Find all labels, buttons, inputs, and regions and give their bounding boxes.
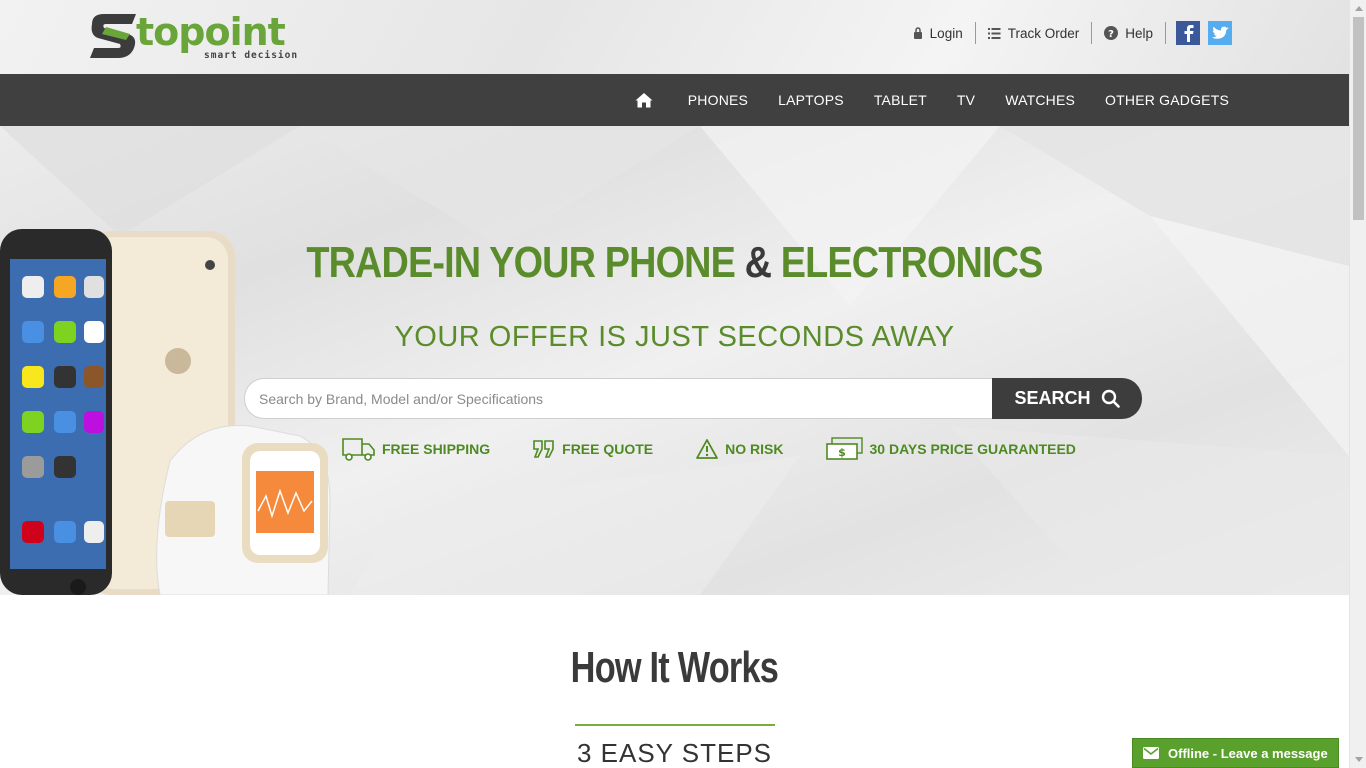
hero-title-amp: & <box>744 238 772 287</box>
feature-no-risk: NO RISK <box>695 438 784 460</box>
login-label: Login <box>929 25 963 41</box>
feature-free-shipping: FREE SHIPPING <box>342 436 490 462</box>
page-scrollbar[interactable] <box>1349 0 1366 768</box>
hero-banner: TRADE-IN YOUR PHONE & ELECTRONICS YOUR O… <box>0 126 1349 595</box>
help-link[interactable]: ? Help <box>1091 22 1165 44</box>
scroll-up-arrow-icon[interactable] <box>1350 0 1366 17</box>
svg-text:$: $ <box>838 446 846 459</box>
feature-list: FREE SHIPPING FREE QUOTE NO RISK $ 30 DA… <box>342 436 1118 462</box>
feature-price-guarantee: $ 30 DAYS PRICE GUARANTEED <box>825 437 1076 461</box>
feature-free-quote-label: FREE QUOTE <box>562 441 654 457</box>
hero-title: TRADE-IN YOUR PHONE & ELECTRONICS <box>94 238 1254 288</box>
feature-price-guarantee-label: 30 DAYS PRICE GUARANTEED <box>869 441 1076 457</box>
site-logo[interactable]: topoint smart decision <box>88 10 303 64</box>
feature-no-risk-label: NO RISK <box>725 441 784 457</box>
login-link[interactable]: Login <box>901 22 975 44</box>
main-nav: PHONES LAPTOPS TABLET TV WATCHES OTHER G… <box>0 74 1349 126</box>
search-icon <box>1101 389 1120 408</box>
nav-item-other-gadgets[interactable]: OTHER GADGETS <box>1090 92 1244 108</box>
hero-title-part1: TRADE-IN YOUR PHONE <box>306 238 736 287</box>
lock-icon <box>913 27 922 39</box>
hero-title-part2: ELECTRONICS <box>780 238 1044 287</box>
nav-item-laptops[interactable]: LAPTOPS <box>763 92 859 108</box>
nav-item-tv[interactable]: TV <box>942 92 990 108</box>
chat-widget-label: Offline - Leave a message <box>1168 745 1328 761</box>
search-button[interactable]: SEARCH <box>992 378 1142 419</box>
section-divider <box>575 724 775 726</box>
money-icon: $ <box>825 437 863 460</box>
svg-text:?: ? <box>1108 29 1114 40</box>
list-icon <box>987 27 1001 39</box>
warning-icon <box>696 439 719 459</box>
nav-item-tablet[interactable]: TABLET <box>859 92 942 108</box>
search-input[interactable] <box>244 378 992 419</box>
search-bar: SEARCH <box>244 378 1142 419</box>
home-icon[interactable] <box>635 92 653 108</box>
how-it-works-title: How It Works <box>570 643 779 692</box>
track-order-label: Track Order <box>1007 25 1080 41</box>
facebook-icon[interactable] <box>1176 21 1200 45</box>
nav-item-phones[interactable]: PHONES <box>673 92 763 108</box>
envelope-icon <box>1143 747 1159 759</box>
logo-wordmark: topoint <box>136 10 286 54</box>
chat-widget-button[interactable]: Offline - Leave a message <box>1132 738 1339 768</box>
scroll-down-arrow-icon[interactable] <box>1350 751 1366 768</box>
top-links: Login Track Order ? Help <box>901 20 1232 46</box>
header-bar: topoint smart decision Login Track Order… <box>0 0 1349 74</box>
twitter-icon[interactable] <box>1208 21 1232 45</box>
scrollbar-thumb[interactable] <box>1353 17 1364 220</box>
feature-free-shipping-label: FREE SHIPPING <box>382 441 491 457</box>
track-order-link[interactable]: Track Order <box>974 22 1092 44</box>
question-circle-icon: ? <box>1104 26 1119 40</box>
social-links <box>1165 21 1232 45</box>
hero-subtitle: YOUR OFFER IS JUST SECONDS AWAY <box>394 321 955 353</box>
truck-icon <box>342 438 375 461</box>
quote-icon <box>533 440 554 458</box>
search-button-label: SEARCH <box>1014 388 1091 408</box>
feature-free-quote: FREE QUOTE <box>532 439 653 459</box>
nav-item-watches[interactable]: WATCHES <box>990 92 1090 108</box>
logo-tagline: smart decision <box>204 50 299 61</box>
help-label: Help <box>1125 25 1153 41</box>
